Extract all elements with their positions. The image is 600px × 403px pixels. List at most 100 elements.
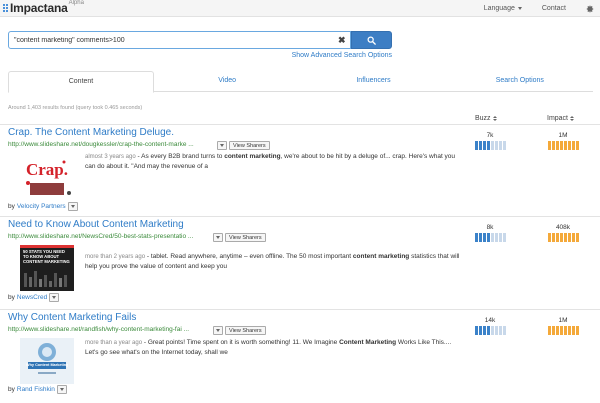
view-sharers-button[interactable]: View Sharers [225, 326, 266, 335]
buzz-bar-segment [478, 233, 482, 242]
buzz-bar-segment [486, 141, 490, 150]
result-url[interactable]: http://www.slideshare.net/NewsCred/50-be… [8, 233, 193, 240]
impact-metric: 1M [543, 131, 583, 150]
view-sharers-button[interactable]: View Sharers [225, 233, 266, 242]
result-title[interactable]: Crap. The Content Marketing Deluge. [8, 127, 174, 138]
impact-column-header[interactable]: Impact [547, 115, 575, 122]
url-options-dropdown[interactable] [213, 326, 223, 335]
result-thumbnail[interactable]: Crap. [20, 153, 74, 199]
chevron-down-icon [52, 296, 57, 299]
result-item: Crap. The Content Marketing Deluge. http… [0, 124, 600, 216]
sort-icon [570, 116, 575, 121]
search-icon [367, 36, 376, 45]
buzz-bar-segment [494, 326, 498, 335]
alpha-badge: Alpha [68, 0, 84, 6]
snippet-text: - Great points! Time spent on it is wort… [142, 339, 340, 346]
impact-bar-segment [551, 141, 555, 150]
buzz-bar-segment [494, 233, 498, 242]
buzz-bar-segment [502, 326, 506, 335]
clear-search-icon[interactable]: ✖ [338, 35, 346, 45]
result-thumbnail[interactable]: Why Content Marketing Fails [20, 338, 74, 384]
impact-bar-segment [555, 141, 559, 150]
buzz-bars [470, 326, 510, 335]
impact-bar-segment [571, 141, 575, 150]
impact-value: 408k [555, 224, 571, 231]
search-input[interactable] [8, 31, 351, 49]
buzz-bar-segment [482, 141, 486, 150]
search-bar: ✖ [8, 31, 392, 49]
url-options-dropdown[interactable] [217, 141, 227, 150]
result-author: by Rand Fishkin [8, 385, 67, 394]
author-link[interactable]: Velocity Partners [17, 203, 66, 210]
buzz-value: 14k [484, 317, 496, 324]
impactana-logo[interactable]: Impactana Alpha [3, 0, 84, 15]
result-title[interactable]: Why Content Marketing Fails [8, 312, 136, 323]
language-label: Language [483, 5, 515, 12]
url-options-dropdown[interactable] [213, 233, 223, 242]
settings-button[interactable] [586, 4, 594, 13]
buzz-bar-segment [478, 141, 482, 150]
author-options-dropdown[interactable] [56, 385, 67, 394]
impact-metric: 1M [543, 316, 583, 335]
impact-bar-segment [563, 233, 567, 242]
buzz-bar-segment [486, 326, 490, 335]
search-button[interactable] [351, 31, 392, 49]
result-age: almost 3 years ago [85, 154, 136, 160]
buzz-header-label: Buzz [475, 115, 491, 122]
buzz-bar-segment [494, 141, 498, 150]
snippet-highlight: content marketing [224, 153, 281, 160]
result-title[interactable]: Need to Know About Content Marketing [8, 219, 184, 230]
result-author: by NewsCred [8, 293, 60, 302]
impact-bar-segment [575, 141, 579, 150]
tab-video[interactable]: Video [154, 71, 300, 91]
buzz-bar-segment [498, 141, 502, 150]
tab-search-options[interactable]: Search Options [447, 71, 593, 91]
snippet-highlight: Content Marketing [339, 339, 397, 346]
buzz-bar-segment [474, 326, 478, 335]
buzz-value: 8k [486, 224, 494, 231]
buzz-column-header[interactable]: Buzz [475, 115, 497, 122]
author-options-dropdown[interactable] [67, 202, 78, 211]
result-tabs: Content Video Influencers Search Options [8, 71, 593, 93]
chevron-down-icon [220, 144, 224, 147]
impact-bar-segment [547, 141, 551, 150]
impact-bar-segment [555, 233, 559, 242]
impact-bar-segment [563, 141, 567, 150]
advanced-search-link[interactable]: Show Advanced Search Options [292, 52, 392, 59]
buzz-metric: 7k [470, 131, 510, 150]
contact-link[interactable]: Contact [542, 5, 566, 12]
tab-influencers[interactable]: Influencers [300, 71, 446, 91]
buzz-bar-segment [482, 233, 486, 242]
impact-bar-segment [559, 141, 563, 150]
author-link[interactable]: NewsCred [17, 294, 47, 301]
buzz-bar-segment [478, 326, 482, 335]
view-sharers-button[interactable]: View Sharers [229, 141, 270, 150]
tab-content[interactable]: Content [8, 71, 154, 93]
result-age: more than 2 years ago [85, 254, 146, 260]
result-item: Need to Know About Content Marketing htt… [0, 216, 600, 309]
language-menu[interactable]: Language [484, 5, 522, 12]
impact-bar-segment [571, 233, 575, 242]
by-label: by [8, 294, 15, 301]
impact-value: 1M [558, 132, 568, 139]
chevron-down-icon [517, 7, 522, 10]
buzz-bar-segment [502, 233, 506, 242]
impact-bars [543, 141, 583, 150]
impact-bars [543, 326, 583, 335]
result-thumbnail[interactable]: 50 STATS YOU NEED TO KNOW ABOUT CONTENT … [20, 245, 74, 291]
author-link[interactable]: Rand Fishkin [17, 386, 55, 393]
gear-icon [586, 4, 594, 13]
chevron-down-icon [216, 236, 220, 239]
top-navbar: Impactana Alpha Language Contact [0, 0, 600, 17]
impact-bar-segment [547, 233, 551, 242]
slide-thumbnail-image: Crap. [20, 153, 74, 199]
result-url[interactable]: http://www.slideshare.net/dougkessler/cr… [8, 141, 194, 148]
logo-text: Impactana [10, 1, 68, 15]
buzz-bar-segment [490, 141, 494, 150]
snippet-text: - tablet. Read anywhere, anytime – even … [145, 253, 353, 260]
impact-bar-segment [547, 326, 551, 335]
impact-bar-segment [559, 233, 563, 242]
buzz-bars [470, 233, 510, 242]
result-url[interactable]: http://www.slideshare.net/randfish/why-c… [8, 326, 189, 333]
author-options-dropdown[interactable] [49, 293, 60, 302]
